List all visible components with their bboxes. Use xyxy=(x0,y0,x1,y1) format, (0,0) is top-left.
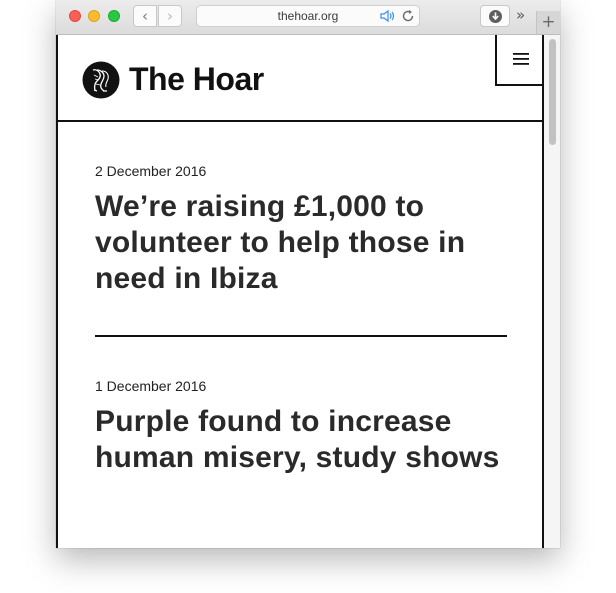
article-divider xyxy=(95,335,507,337)
speaker-icon[interactable] xyxy=(380,9,396,23)
reload-icon[interactable] xyxy=(401,9,415,23)
page-frame: The Hoar 2 December 2016 We’re raising £… xyxy=(56,35,546,548)
article-item: 2 December 2016 We’re raising £1,000 to … xyxy=(95,162,507,297)
site-header: The Hoar xyxy=(58,35,546,122)
article-date: 2 December 2016 xyxy=(95,163,207,179)
hamburger-menu-icon xyxy=(513,53,529,65)
address-bar[interactable]: thehoar.org xyxy=(196,5,420,27)
chevron-right-icon: › xyxy=(167,7,173,25)
scrollbar-thumb[interactable] xyxy=(549,39,556,145)
article-date: 1 December 2016 xyxy=(95,378,207,394)
overflow-chevron-icon[interactable]: » xyxy=(516,6,525,24)
download-icon xyxy=(489,10,502,23)
site-title[interactable]: The Hoar xyxy=(129,59,264,99)
back-button[interactable]: ‹ xyxy=(133,5,157,27)
page-viewport: The Hoar 2 December 2016 We’re raising £… xyxy=(56,35,560,548)
downloads-button[interactable] xyxy=(480,5,510,27)
article-title-link[interactable]: We’re raising £1,000 to volunteer to hel… xyxy=(95,189,507,297)
logo-icon[interactable] xyxy=(82,61,120,99)
minimize-window-button[interactable] xyxy=(88,10,100,22)
article-item: 1 December 2016 Purple found to increase… xyxy=(95,377,507,476)
forward-button[interactable]: › xyxy=(158,5,182,27)
new-tab-button[interactable]: + xyxy=(536,11,560,34)
close-window-button[interactable] xyxy=(69,10,81,22)
browser-toolbar: ‹ › thehoar.org » + xyxy=(56,0,560,35)
menu-button[interactable] xyxy=(495,35,546,86)
article-title-link[interactable]: Purple found to increase human misery, s… xyxy=(95,404,507,476)
chevron-left-icon: ‹ xyxy=(142,7,148,25)
browser-window: ‹ › thehoar.org » + The Hoar 2 December … xyxy=(56,0,560,548)
zoom-window-button[interactable] xyxy=(108,10,120,22)
